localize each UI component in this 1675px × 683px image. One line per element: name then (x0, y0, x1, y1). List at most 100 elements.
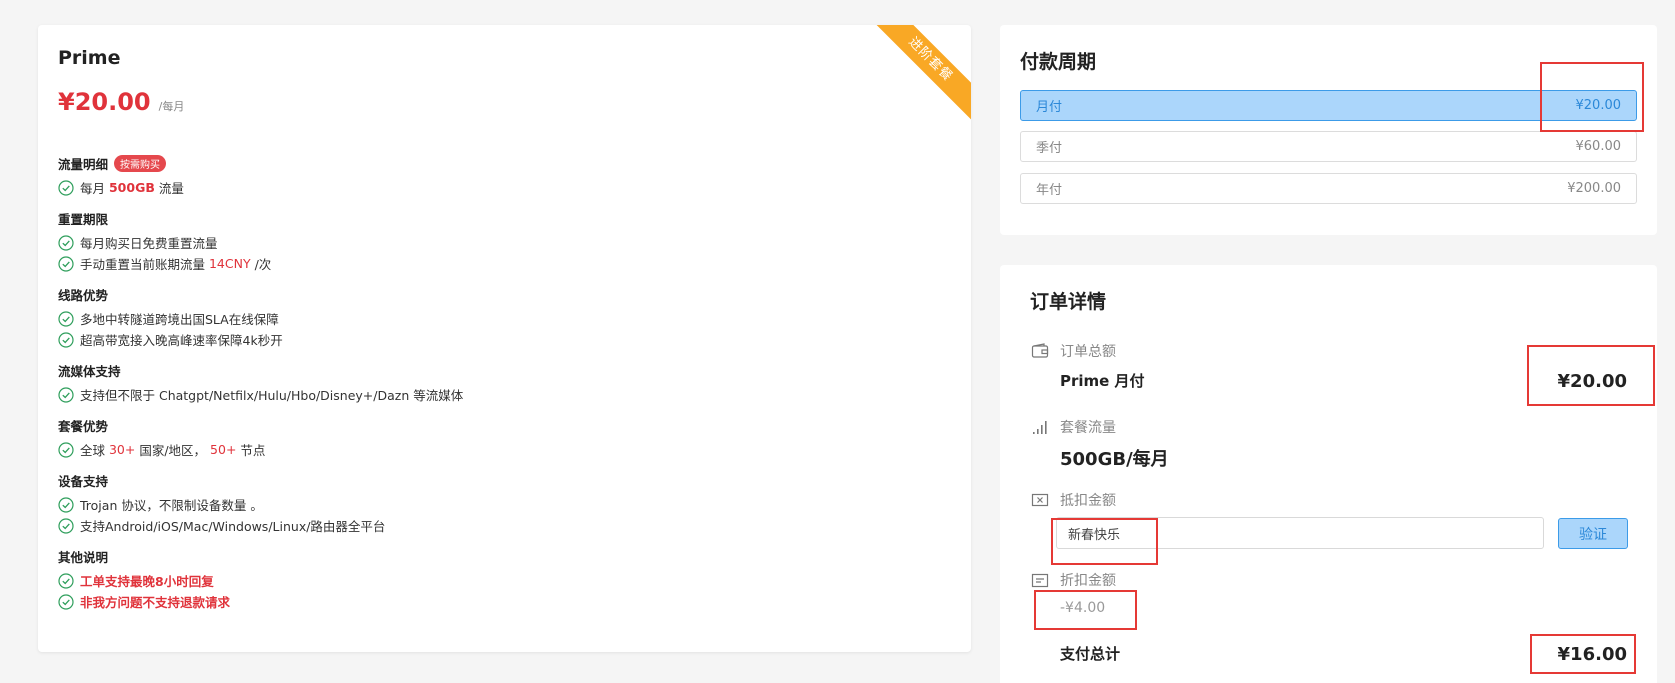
plan-price-row: ¥20.00 /每月 (58, 88, 184, 116)
check-circle-icon (58, 496, 74, 513)
feature-item: 超高带宽接入晚高峰速率保障4k秒开 (58, 329, 938, 350)
ticket-x-icon (1031, 493, 1049, 507)
feature-item-text: 非我方问题不支持退款请求 (80, 595, 231, 610)
cycle-option-quarterly[interactable]: 季付 ¥60.00 (1020, 131, 1637, 162)
order-total-label-row: 订单总额 (1030, 341, 1116, 361)
feature-item-text: 节点 (236, 443, 266, 458)
feature-section: 套餐优势全球 30+ 国家/地区， 50+ 节点 (58, 415, 938, 460)
feature-section-title: 流量明细 按需购买 (58, 153, 938, 173)
feature-section: 设备支持 Trojan 协议，不限制设备数量 。支持Android/iOS/Mac… (58, 470, 938, 536)
feature-section: 线路优势多地中转隧道跨境出国SLA在线保障 超高带宽接入晚高峰速率保障4k秒开 (58, 284, 938, 350)
feature-section-title-text: 流媒体支持 (58, 363, 121, 379)
cycle-option-price: ¥200.00 (1567, 181, 1621, 196)
feature-section-title-text: 流量明细 (58, 156, 109, 172)
cycle-option-price: ¥60.00 (1575, 139, 1622, 154)
traffic-label: 套餐流量 (1060, 420, 1116, 436)
signal-bars-icon (1033, 421, 1047, 434)
feature-item: 每月 500GB 流量 (58, 177, 938, 198)
feature-item: 非我方问题不支持退款请求 (58, 591, 938, 612)
feature-section-title: 设备支持 (58, 470, 938, 490)
order-plan-cycle: Prime 月付 (1060, 372, 1145, 390)
feature-section: 其他说明工单支持最晚8小时回复非我方问题不支持退款请求 (58, 546, 938, 612)
feature-section-title-text: 设备支持 (58, 473, 109, 489)
plan-features: 流量明细 按需购买 每月 500GB 流量 重置期限 每月购买日免费重置流量 手动重置当前… (58, 153, 938, 622)
plan-price: ¥20.00 (58, 88, 151, 116)
verify-button[interactable]: 验证 (1558, 518, 1628, 549)
check-circle-icon (58, 593, 74, 610)
check-circle-icon (58, 386, 74, 403)
feature-section-title: 流媒体支持 (58, 360, 938, 380)
deduction-label-row: 抵扣金额 (1030, 490, 1116, 510)
feature-item: Trojan 协议，不限制设备数量 。 (58, 494, 938, 515)
cycle-option-yearly[interactable]: 年付 ¥200.00 (1020, 173, 1637, 204)
cycle-option-label: 年付 (1036, 183, 1063, 198)
feature-item-text: 30+ (108, 442, 136, 457)
plan-price-unit: /每月 (158, 100, 185, 113)
check-circle-icon (58, 310, 74, 327)
plan-ribbon-label: 进阶套餐 (867, 25, 971, 123)
feature-item: 工单支持最晚8小时回复 (58, 570, 938, 591)
check-circle-icon (58, 441, 74, 458)
feature-item-text: 手动重置当前账期流量 (80, 257, 209, 272)
feature-section: 流量明细 按需购买 每月 500GB 流量 (58, 153, 938, 198)
plan-name: Prime (58, 47, 121, 69)
cycle-option-label: 季付 (1036, 141, 1063, 156)
feature-item-text: 国家/地区， (135, 443, 211, 458)
cycle-option-price: ¥20.00 (1575, 98, 1622, 113)
feature-section-title: 套餐优势 (58, 415, 938, 435)
discount-value: -¥4.00 (1060, 600, 1106, 616)
feature-item: 支持Android/iOS/Mac/Windows/Linux/路由器全平台 (58, 515, 938, 536)
feature-item-text: 50+ (210, 442, 237, 457)
feature-item-text: 流量 (154, 181, 184, 196)
cycle-option-label: 月付 (1036, 100, 1063, 115)
plan-card: 进阶套餐 Prime ¥20.00 /每月 流量明细 按需购买 每月 500GB 流… (38, 25, 971, 652)
traffic-value: 500GB/每月 (1060, 449, 1169, 470)
feature-section: 重置期限 每月购买日免费重置流量 手动重置当前账期流量 14CNY /次 (58, 208, 938, 274)
feature-item: 每月购买日免费重置流量 (58, 232, 938, 253)
discount-label-row: 折扣金额 (1030, 570, 1116, 590)
traffic-label-row: 套餐流量 (1030, 417, 1116, 437)
payment-cycle-card: 付款周期 月付 ¥20.00 季付 ¥60.00 年付 ¥200.00 (1000, 25, 1657, 235)
check-circle-icon (58, 331, 74, 348)
feature-item: 支持但不限于 Chatgpt/Netfilx/Hulu/Hbo/Disney+/… (58, 384, 938, 405)
order-total-amount: ¥20.00 (1557, 371, 1627, 392)
check-circle-icon (58, 517, 74, 534)
feature-section-title-text: 其他说明 (58, 549, 109, 565)
check-circle-icon (58, 255, 74, 272)
feature-item-text: 每月购买日免费重置流量 (80, 236, 218, 251)
feature-item: 全球 30+ 国家/地区， 50+ 节点 (58, 439, 938, 460)
feature-item-text: 全球 (80, 443, 109, 458)
feature-item-text: 14CNY (208, 256, 251, 271)
wallet-icon (1031, 343, 1049, 358)
feature-item-text: 每月 (80, 181, 109, 196)
pay-total-amount: ¥16.00 (1557, 644, 1627, 665)
order-total-label: 订单总额 (1060, 344, 1116, 360)
feature-item: 多地中转隧道跨境出国SLA在线保障 (58, 308, 938, 329)
feature-item-text: 工单支持最晚8小时回复 (80, 574, 214, 589)
feature-item-text: /次 (250, 257, 272, 272)
pay-total-label: 支付总计 (1060, 645, 1121, 663)
feature-item-text: 支持但不限于 Chatgpt/Netfilx/Hulu/Hbo/Disney+/… (80, 388, 464, 403)
feature-item-text: 支持Android/iOS/Mac/Windows/Linux/路由器全平台 (80, 519, 386, 534)
order-details-card: 订单详情 订单总额 Prime 月付 ¥20.00 套餐流量 500GB/每月 … (1000, 265, 1657, 683)
feature-section-title: 重置期限 (58, 208, 938, 228)
receipt-icon (1031, 573, 1049, 588)
feature-section-title: 线路优势 (58, 284, 938, 304)
feature-section-title-text: 重置期限 (58, 211, 109, 227)
check-circle-icon (58, 572, 74, 589)
payment-cycle-title: 付款周期 (1020, 51, 1097, 73)
feature-item-text: 500GB (108, 180, 155, 195)
coupon-input[interactable] (1056, 517, 1544, 549)
cycle-option-monthly[interactable]: 月付 ¥20.00 (1020, 90, 1637, 121)
on-demand-badge[interactable]: 按需购买 (114, 154, 167, 172)
feature-section-title: 其他说明 (58, 546, 938, 566)
feature-item: 手动重置当前账期流量 14CNY /次 (58, 253, 938, 274)
check-circle-icon (58, 179, 74, 196)
feature-item-text: 超高带宽接入晚高峰速率保障4k秒开 (80, 333, 283, 348)
feature-item-text: 多地中转隧道跨境出国SLA在线保障 (80, 312, 279, 327)
feature-section-title-text: 套餐优势 (58, 418, 109, 434)
feature-item-text: Trojan 协议，不限制设备数量 。 (80, 498, 263, 513)
plan-ribbon: 进阶套餐 (861, 25, 971, 135)
deduction-label: 抵扣金额 (1060, 493, 1116, 509)
feature-section: 流媒体支持支持但不限于 Chatgpt/Netfilx/Hulu/Hbo/Dis… (58, 360, 938, 405)
